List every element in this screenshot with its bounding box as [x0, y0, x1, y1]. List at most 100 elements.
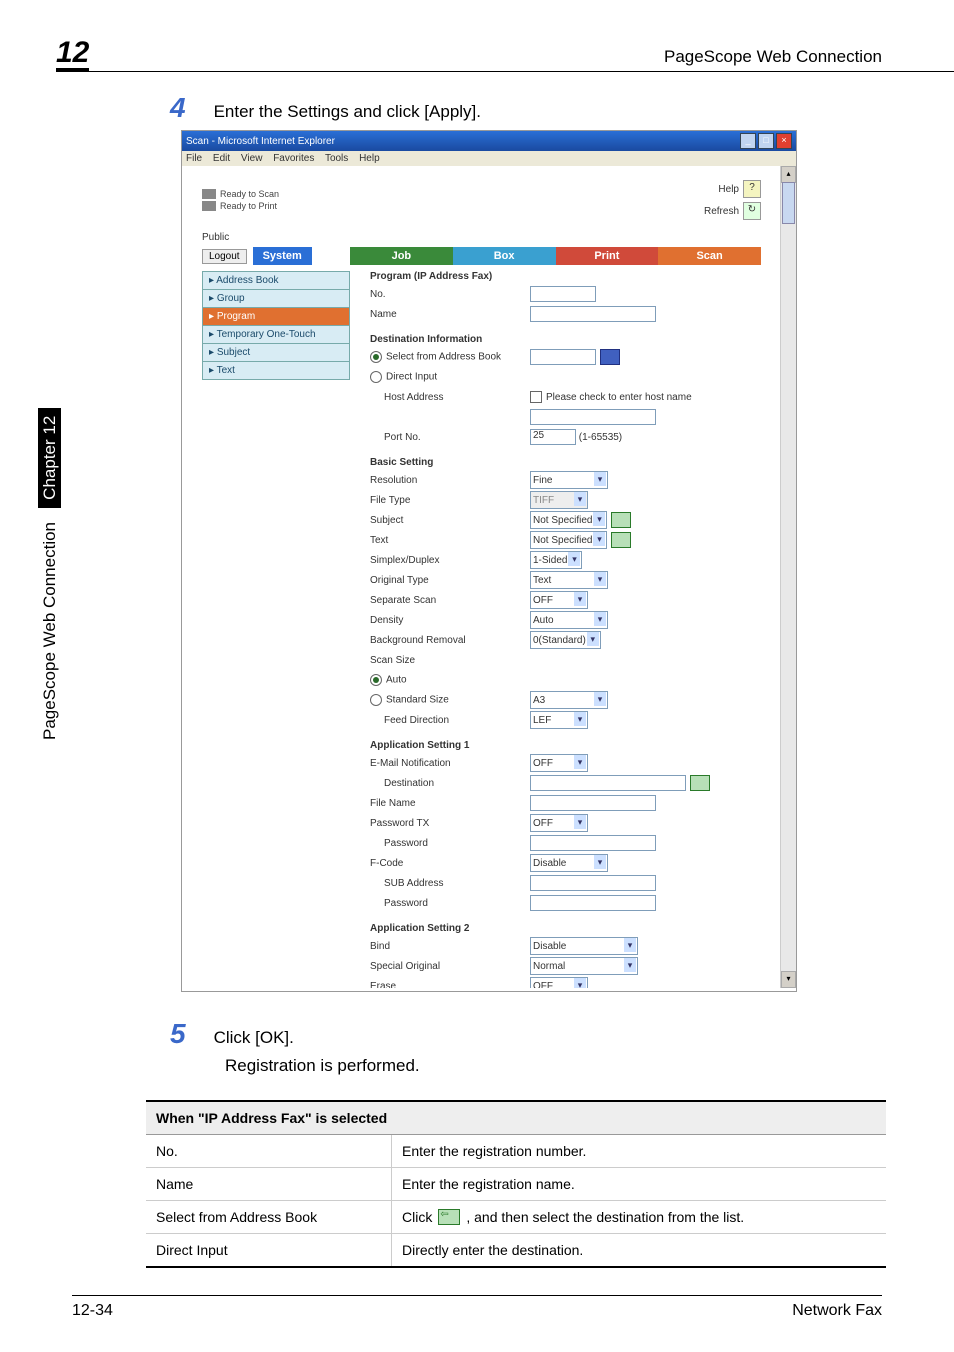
feed-select[interactable]: LEF [530, 711, 588, 729]
special-select[interactable]: Normal [530, 957, 638, 975]
menu-address-book[interactable]: ▸ Address Book [202, 271, 350, 290]
origtype-label: Original Type [370, 575, 530, 586]
step5-text: Click [OK]. [214, 1028, 294, 1048]
tab-box[interactable]: Box [453, 247, 556, 265]
host-checkbox[interactable] [530, 391, 542, 403]
footer-title: Network Fax [792, 1302, 882, 1320]
dest-info-heading: Destination Information [370, 334, 761, 345]
sepscan-label: Separate Scan [370, 595, 530, 606]
scanner-icon [202, 189, 216, 199]
port-input[interactable]: 25 [530, 429, 576, 445]
text-list-icon[interactable] [611, 532, 631, 548]
cell-name-l: Name [146, 1168, 392, 1200]
dest-input[interactable] [530, 775, 686, 791]
email-select[interactable]: OFF [530, 754, 588, 772]
table-row: Select from Address Book Click , and the… [146, 1201, 886, 1234]
subject-label: Subject [370, 515, 530, 526]
bg-select[interactable]: 0(Standard) [530, 631, 601, 649]
table-row: No. Enter the registration number. [146, 1135, 886, 1168]
app1-heading: Application Setting 1 [370, 740, 761, 751]
scroll-up-icon[interactable]: ▴ [781, 166, 796, 183]
ie-titlebar: Scan - Microsoft Internet Explorer _ □ × [182, 131, 796, 151]
side-label: PageScope Web Connection Chapter 12 [40, 408, 60, 740]
close-button[interactable]: × [776, 133, 792, 149]
no-label: No. [370, 289, 530, 300]
menu-edit[interactable]: Edit [213, 153, 230, 164]
erase-label: Erase [370, 981, 530, 989]
menu-text[interactable]: ▸ Text [202, 362, 350, 380]
step4-text: Enter the Settings and click [Apply]. [214, 102, 481, 122]
fpwd-input[interactable] [530, 895, 656, 911]
step-4: 4 Enter the Settings and click [Apply]. [170, 92, 481, 124]
address-book-icon[interactable] [600, 349, 620, 365]
menu-program[interactable]: ▸ Program [202, 308, 350, 326]
auto-label: Auto [386, 675, 407, 686]
tab-scan[interactable]: Scan [658, 247, 761, 265]
menu-help[interactable]: Help [359, 153, 380, 164]
menu-view[interactable]: View [241, 153, 263, 164]
sepscan-select[interactable]: OFF [530, 591, 588, 609]
tab-print[interactable]: Print [556, 247, 659, 265]
menu-file[interactable]: File [186, 153, 202, 164]
pwd-label: Password [384, 838, 530, 849]
help-link[interactable]: Help [718, 184, 739, 195]
host-address-input[interactable] [530, 409, 656, 425]
select-book-label: Select from Address Book [386, 352, 501, 363]
chapter-number: 12 [56, 38, 89, 72]
app2-heading: Application Setting 2 [370, 923, 761, 934]
filename-input[interactable] [530, 795, 656, 811]
subject-list-icon[interactable] [611, 512, 631, 528]
simplex-select[interactable]: 1-Sided [530, 551, 582, 569]
minimize-button[interactable]: _ [740, 133, 756, 149]
radio-auto[interactable] [370, 674, 382, 686]
special-label: Special Original [370, 961, 530, 972]
radio-select-book[interactable] [370, 351, 382, 363]
menu-tools[interactable]: Tools [325, 153, 348, 164]
tab-system[interactable]: System [253, 247, 312, 265]
sub-input[interactable] [530, 875, 656, 891]
logout-button[interactable]: Logout [202, 249, 247, 264]
feed-label: Feed Direction [384, 715, 530, 726]
dest-list-icon[interactable] [690, 775, 710, 791]
ie-menubar[interactable]: File Edit View Favorites Tools Help [182, 151, 796, 166]
settings-table: When "IP Address Fax" is selected No. En… [146, 1100, 886, 1268]
pwd-input[interactable] [530, 835, 656, 851]
origtype-select[interactable]: Text [530, 571, 608, 589]
fpwd-label: Password [384, 898, 530, 909]
density-select[interactable]: Auto [530, 611, 608, 629]
menu-favorites[interactable]: Favorites [273, 153, 314, 164]
bind-select[interactable]: Disable [530, 937, 638, 955]
refresh-icon[interactable]: ↻ [743, 202, 761, 220]
bind-label: Bind [370, 941, 530, 952]
vertical-scrollbar[interactable]: ▴ ▾ [780, 166, 796, 988]
menu-group[interactable]: ▸ Group [202, 290, 350, 308]
no-input[interactable] [530, 286, 596, 302]
radio-direct[interactable] [370, 371, 382, 383]
menu-subject[interactable]: ▸ Subject [202, 344, 350, 362]
scroll-thumb[interactable] [782, 182, 795, 224]
name-input[interactable] [530, 306, 656, 322]
radio-std[interactable] [370, 694, 382, 706]
subject-select[interactable]: Not Specified [530, 511, 607, 529]
text-select[interactable]: Not Specified [530, 531, 607, 549]
erase-select[interactable]: OFF [530, 977, 588, 988]
book-input[interactable] [530, 349, 596, 365]
cell-book-r: Click , and then select the destination … [392, 1201, 886, 1233]
ptx-select[interactable]: OFF [530, 814, 588, 832]
menu-temp-onetouch[interactable]: ▸ Temporary One-Touch [202, 326, 350, 344]
scroll-down-icon[interactable]: ▾ [781, 971, 796, 988]
tab-job[interactable]: Job [350, 247, 453, 265]
cell-no-l: No. [146, 1135, 392, 1167]
filename-label: File Name [370, 798, 530, 809]
maximize-button[interactable]: □ [758, 133, 774, 149]
filetype-select[interactable]: TIFF [530, 491, 588, 509]
resolution-label: Resolution [370, 475, 530, 486]
table-row: Direct Input Directly enter the destinat… [146, 1234, 886, 1266]
fcode-select[interactable]: Disable [530, 854, 608, 872]
help-icon[interactable]: ? [743, 180, 761, 198]
std-select[interactable]: A3 [530, 691, 608, 709]
ie-title: Scan - Microsoft Internet Explorer [186, 136, 335, 147]
resolution-select[interactable]: Fine [530, 471, 608, 489]
refresh-link[interactable]: Refresh [704, 206, 739, 217]
side-menu: ▸ Address Book ▸ Group ▸ Program ▸ Tempo… [202, 271, 350, 988]
